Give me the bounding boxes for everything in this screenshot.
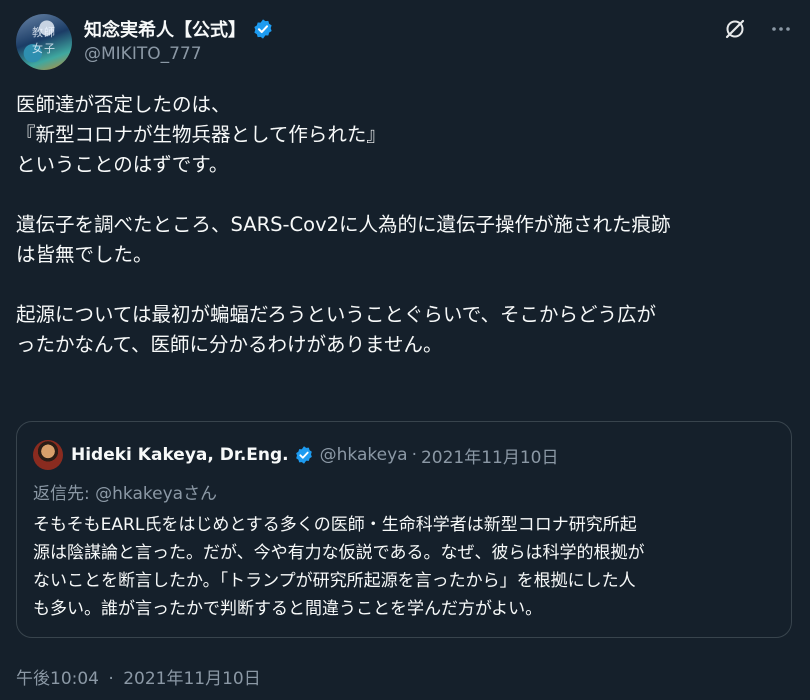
- quoted-tweet-header: Hideki Kakeya, Dr.Eng. @hkakeya · 2021年1…: [33, 440, 559, 470]
- verified-badge-icon: [254, 19, 272, 39]
- timestamp-separator: ·: [108, 669, 114, 689]
- author-names: 知念実希人【公式】 @MIKITO_777: [84, 16, 274, 64]
- tweet-line: ったかなんて、医師に分かるわけがありません。: [16, 333, 443, 356]
- tweet-paragraph: 起源については最初が蝙蝠だろうということぐらいで、そこからどう広が ったかなんて…: [16, 300, 796, 360]
- author-avatar[interactable]: 教師 女子: [16, 14, 72, 70]
- quoted-reply-to: 返信先: @hkakeyaさん: [33, 484, 218, 504]
- tweet-line: 『新型コロナが生物兵器として作られた』: [16, 123, 386, 146]
- grok-slash-icon[interactable]: [722, 16, 748, 42]
- tweet-line: 医師達が否定したのは、: [16, 93, 231, 116]
- quoted-tweet-date: 2021年11月10日: [420, 447, 559, 468]
- tweet-line: は皆無でした。: [16, 243, 153, 266]
- quoted-text-line: ないことを断言したか。「トランプが研究所起源を言ったから」を根拠にした人: [33, 571, 636, 591]
- tweet-line: 起源については最初が蝙蝠だろうということぐらいで、そこからどう広が: [16, 303, 656, 326]
- quoted-author-avatar: [33, 440, 63, 470]
- header-actions: [722, 16, 794, 42]
- timestamp-time: 午後10:04: [16, 669, 99, 689]
- tweet-header: 教師 女子 知念実希人【公式】 @MIKITO_777: [16, 14, 794, 74]
- tweet-line: 遺伝子を調べたところ、SARS-Cov2に人為的に遺伝子操作が施された痕跡: [16, 213, 671, 236]
- more-icon[interactable]: [768, 16, 794, 42]
- author-handle[interactable]: @MIKITO_777: [84, 44, 274, 64]
- tweet-timestamp[interactable]: 午後10:04 · 2021年11月10日: [16, 664, 261, 689]
- tweet: 教師 女子 知念実希人【公式】 @MIKITO_777 医師達が否定したのは、 …: [0, 0, 810, 700]
- quoted-text-line: 源は陰謀論と言った。だが、今や有力な仮説である。なぜ、彼らは科学的根拠が: [33, 543, 645, 563]
- timestamp-date: 2021年11月10日: [123, 669, 261, 689]
- quoted-tweet[interactable]: Hideki Kakeya, Dr.Eng. @hkakeya · 2021年1…: [16, 421, 792, 638]
- avatar-text: 教師 女子: [32, 26, 56, 55]
- quoted-text-line: そもそもEARL氏をはじめとする多くの医師・生命科学者は新型コロナ研究所起: [33, 515, 637, 535]
- author-display-name[interactable]: 知念実希人【公式】: [84, 16, 246, 42]
- tweet-line: ということのはずです。: [16, 153, 229, 176]
- quoted-meta-separator: ·: [411, 445, 417, 465]
- quoted-author-name: Hideki Kakeya, Dr.Eng.: [71, 445, 289, 465]
- quoted-author-handle: @hkakeya: [319, 445, 408, 465]
- quoted-text-line: も多い。誰が言ったかで判断すると間違うことを学んだ方がよい。: [33, 599, 543, 619]
- quoted-tweet-text: そもそもEARL氏をはじめとする多くの医師・生命科学者は新型コロナ研究所起 源は…: [33, 511, 783, 623]
- tweet-paragraph: 遺伝子を調べたところ、SARS-Cov2に人為的に遺伝子操作が施された痕跡 は皆…: [16, 210, 796, 270]
- tweet-text: 医師達が否定したのは、 『新型コロナが生物兵器として作られた』 ということのはず…: [16, 90, 796, 390]
- tweet-paragraph: 医師達が否定したのは、 『新型コロナが生物兵器として作られた』 ということのはず…: [16, 90, 796, 180]
- verified-badge-icon: [295, 446, 312, 464]
